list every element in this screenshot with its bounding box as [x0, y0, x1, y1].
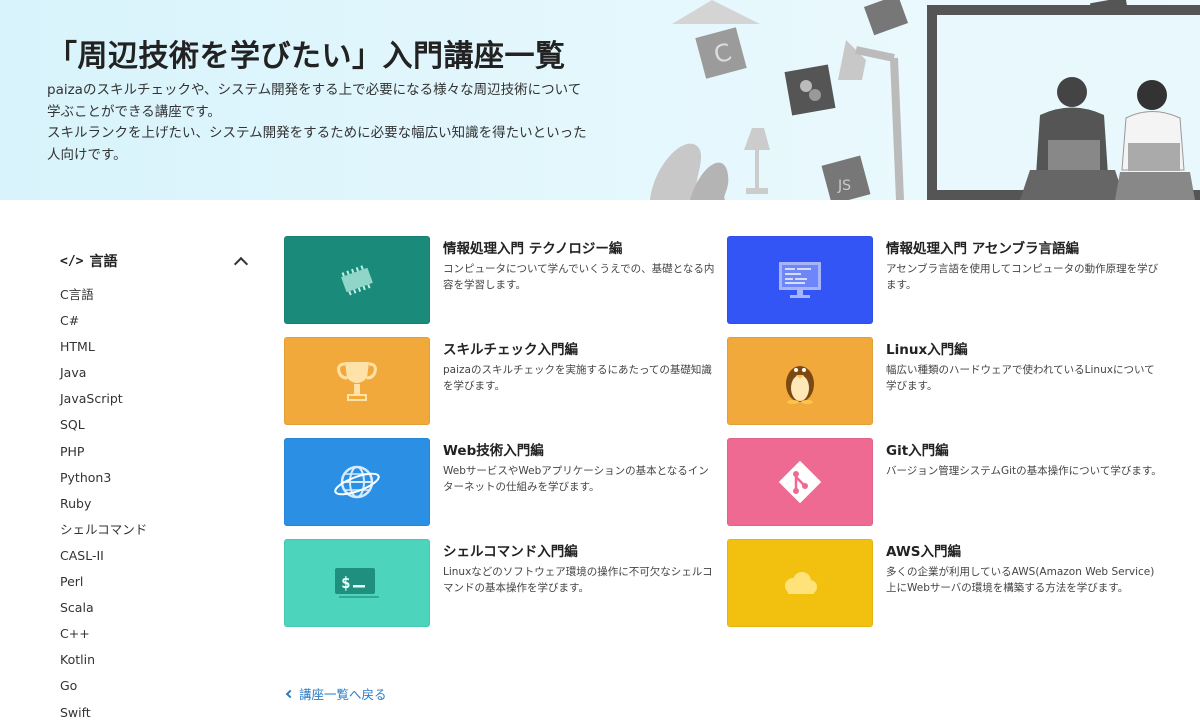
language-list: C言語 C# HTML Java JavaScript SQL PHP Pyth… — [60, 287, 250, 722]
hero-banner: C JS 「周辺技術を学びたい」入門講座一覧 paizaのスキルチェックや、シス… — [0, 0, 1200, 200]
git-icon — [778, 460, 822, 504]
course-thumbnail[interactable]: $ — [284, 539, 430, 627]
description-line: 人向けです。 — [47, 146, 127, 163]
chip-icon — [341, 265, 373, 296]
penguin-icon — [786, 366, 814, 404]
course-thumbnail[interactable] — [727, 337, 873, 425]
course-title[interactable]: Web技術入門編 — [443, 439, 544, 459]
code-icon: </> — [60, 253, 84, 269]
svg-text:$: $ — [341, 573, 351, 592]
sidebar-item-javascript[interactable]: JavaScript — [60, 391, 250, 417]
course-title[interactable]: Git入門編 — [886, 439, 949, 459]
description-line: paizaのスキルチェックや、システム開発をする上で必要になる様々な周辺技術につ… — [47, 82, 582, 98]
sidebar-item-cpp[interactable]: C++ — [60, 626, 250, 652]
cloud-icon — [785, 572, 817, 594]
sidebar-item-python3[interactable]: Python3 — [60, 470, 250, 496]
course-thumbnail[interactable] — [284, 337, 430, 425]
sidebar-item-scala[interactable]: Scala — [60, 600, 250, 626]
course-description: コンピュータについて学んでいくうえでの、基礎となる内容を学習します。 — [443, 263, 715, 291]
course-card-aws[interactable]: AWS入門編 多くの企業が利用しているAWS(Amazon Web Servic… — [727, 539, 1167, 627]
back-link-label: 講座一覧へ戻る — [299, 687, 387, 702]
sidebar-heading-label: 言語 — [89, 254, 118, 270]
page-description: paizaのスキルチェックや、システム開発をする上で必要になる様々な周辺技術につ… — [47, 80, 637, 166]
course-card-linux[interactable]: Linux入門編 幅広い種類のハードウェアで使われているLinuxについて学びま… — [727, 337, 1167, 425]
sidebar-item-sql[interactable]: SQL — [60, 417, 250, 443]
globe-icon — [334, 465, 380, 499]
sidebar-item-java[interactable]: Java — [60, 365, 250, 391]
course-description: paizaのスキルチェックを実施するにあたっての基礎知識を学びます。 — [443, 364, 712, 392]
language-sidebar: </> 言語 C言語 C# HTML Java JavaScript SQL P… — [60, 250, 250, 722]
sidebar-item-swift[interactable]: Swift — [60, 705, 250, 722]
course-card-technology[interactable]: 情報処理入門 テクノロジー編 コンピュータについて学んでいくうえでの、基礎となる… — [284, 236, 724, 324]
sidebar-item-c[interactable]: C言語 — [60, 287, 250, 313]
course-description: 幅広い種類のハードウェアで使われているLinuxについて学びます。 — [886, 364, 1155, 392]
sidebar-item-csharp[interactable]: C# — [60, 313, 250, 339]
course-description: アセンブラ言語を使用してコンピュータの動作原理を学びます。 — [886, 263, 1159, 291]
sidebar-item-casl2[interactable]: CASL-II — [60, 548, 250, 574]
page-title: 「周辺技術を学びたい」入門講座一覧 — [47, 39, 566, 74]
course-thumbnail[interactable] — [284, 236, 430, 324]
sidebar-item-ruby[interactable]: Ruby — [60, 496, 250, 522]
sidebar-item-php[interactable]: PHP — [60, 444, 250, 470]
monitor-code-icon — [779, 262, 821, 298]
course-thumbnail[interactable] — [727, 236, 873, 324]
course-card-git[interactable]: Git入門編 バージョン管理システムGitの基本操作について学びます。 — [727, 438, 1167, 526]
course-description: WebサービスやWebアプリケーションの基本となるインターネットの仕組みを学びま… — [443, 465, 709, 493]
course-card-assembler[interactable]: 情報処理入門 アセンブラ言語編 アセンブラ言語を使用してコンピュータの動作原理を… — [727, 236, 1167, 324]
course-thumbnail[interactable] — [727, 539, 873, 627]
back-to-course-list-link[interactable]: 講座一覧へ戻る — [284, 684, 387, 703]
course-title[interactable]: Linux入門編 — [886, 338, 968, 358]
chevron-left-icon — [285, 689, 295, 698]
course-thumbnail[interactable] — [284, 438, 430, 526]
sidebar-item-html[interactable]: HTML — [60, 339, 250, 365]
chevron-up-icon[interactable] — [233, 256, 249, 271]
sidebar-item-go[interactable]: Go — [60, 678, 250, 704]
sidebar-item-perl[interactable]: Perl — [60, 574, 250, 600]
description-line: 学ぶことができる講座です。 — [47, 103, 221, 120]
course-title[interactable]: シェルコマンド入門編 — [443, 540, 578, 560]
course-title[interactable]: スキルチェック入門編 — [443, 338, 578, 358]
course-description: Linuxなどのソフトウェア環境の操作に不可欠なシェルコマンドの基本操作を学びま… — [443, 566, 713, 594]
sidebar-item-kotlin[interactable]: Kotlin — [60, 652, 250, 678]
course-title[interactable]: 情報処理入門 テクノロジー編 — [443, 237, 622, 257]
course-card-web[interactable]: Web技術入門編 WebサービスやWebアプリケーションの基本となるインターネッ… — [284, 438, 724, 526]
terminal-icon: $ — [335, 568, 379, 598]
course-card-shell[interactable]: $ シェルコマンド入門編 Linuxなどのソフトウェア環境の操作に不可欠なシェル… — [284, 539, 724, 627]
sidebar-item-shell[interactable]: シェルコマンド — [60, 522, 250, 548]
trophy-icon — [337, 362, 377, 401]
description-line: スキルランクを上げたい、システム開発をするために必要な幅広い知識を得たいといった — [47, 125, 587, 141]
sidebar-heading-toggle[interactable]: </> 言語 — [60, 250, 250, 272]
course-description: 多くの企業が利用しているAWS(Amazon Web Service)上にWeb… — [886, 566, 1155, 594]
course-title[interactable]: AWS入門編 — [886, 540, 961, 560]
svg-text:JS: JS — [837, 178, 851, 194]
course-card-skillcheck[interactable]: スキルチェック入門編 paizaのスキルチェックを実施するにあたっての基礎知識を… — [284, 337, 724, 425]
course-title[interactable]: 情報処理入門 アセンブラ言語編 — [886, 237, 1079, 257]
course-description: バージョン管理システムGitの基本操作について学びます。 — [886, 465, 1162, 477]
course-thumbnail[interactable] — [727, 438, 873, 526]
